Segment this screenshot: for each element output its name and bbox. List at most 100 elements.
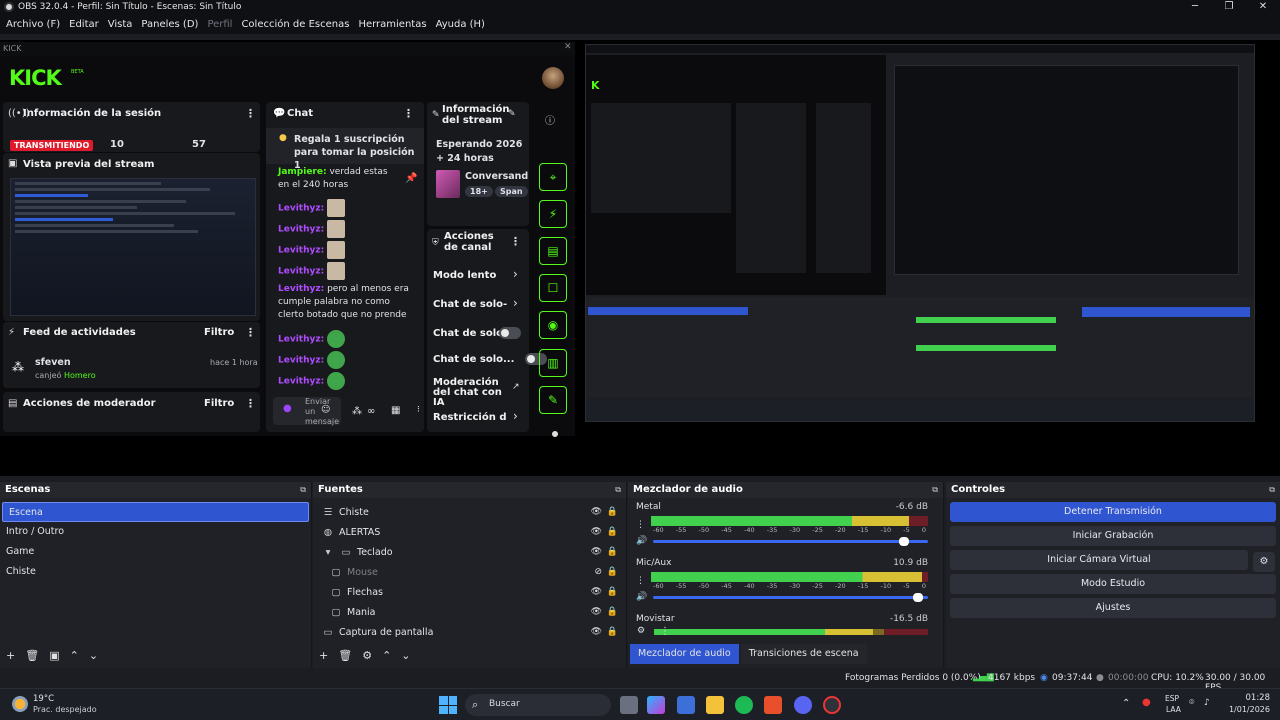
scene-item[interactable]: Game	[0, 542, 311, 562]
caret-down-icon[interactable]: ▾	[321, 547, 335, 558]
points-icon[interactable]: ⁂	[352, 406, 362, 417]
followers-only-item[interactable]: Chat de solo-seg	[433, 299, 507, 310]
menu-archivo[interactable]: Archivo (F)	[3, 19, 66, 30]
lock-icon[interactable]: 🔒	[607, 527, 618, 537]
subs-only-toggle[interactable]	[499, 327, 521, 339]
chevron-right-icon[interactable]: ›	[513, 409, 518, 423]
chevron-down-icon[interactable]: ⌄	[401, 649, 410, 662]
chevron-right-icon[interactable]: ›	[513, 296, 518, 310]
lightning-icon[interactable]: ⚡	[539, 200, 567, 228]
chevron-right-icon[interactable]: ›	[513, 267, 518, 281]
add-icon[interactable]: +	[319, 649, 328, 662]
menu-perfil[interactable]: Perfil	[204, 19, 238, 30]
chat-more-icon[interactable]: ⋮	[403, 107, 414, 120]
channel-more-icon[interactable]: ⋮	[510, 235, 521, 248]
scene-item[interactable]: Chiste	[0, 562, 311, 582]
settings-button[interactable]: Ajustes	[950, 598, 1276, 618]
task-view-icon[interactable]	[620, 696, 638, 714]
speaker-icon[interactable]: 🔊	[636, 536, 647, 546]
language-secondary[interactable]: LAA	[1166, 705, 1181, 714]
file-explorer-icon[interactable]	[706, 696, 724, 714]
studio-mode-button[interactable]: Modo Estudio	[950, 574, 1276, 594]
source-item[interactable]: ☰ Chiste 👁 🔒	[313, 502, 626, 522]
eye-icon[interactable]: 👁	[591, 547, 602, 557]
lock-icon[interactable]: 🔒	[607, 607, 618, 617]
language-primary[interactable]: ESP	[1165, 694, 1179, 703]
eye-icon[interactable]: 👁	[591, 527, 602, 537]
copilot-icon[interactable]	[647, 696, 665, 714]
brave-icon[interactable]	[764, 696, 782, 714]
stop-streaming-button[interactable]: Detener Transmisión	[950, 502, 1276, 522]
lock-icon[interactable]: 🔒	[607, 627, 618, 637]
channel-more-icon[interactable]: ⋮	[636, 576, 645, 586]
activity-filter[interactable]: Filtro	[204, 327, 234, 338]
edit-icon[interactable]: ✎	[508, 109, 516, 119]
volume-icon[interactable]: ♪	[1204, 698, 1210, 708]
lock-icon[interactable]: 🔒	[607, 507, 618, 517]
menu-paneles[interactable]: Paneles (D)	[138, 19, 204, 30]
source-group[interactable]: ▾ ▭ Teclado 👁 🔒	[313, 542, 626, 562]
popout-icon[interactable]: ⧉	[932, 482, 938, 498]
discord-icon[interactable]	[794, 696, 812, 714]
pin-icon[interactable]: 📌	[405, 173, 417, 184]
mixer-more-icon[interactable]: ⋮	[660, 626, 670, 637]
clock-date[interactable]: 1/01/2026	[1220, 705, 1270, 714]
message-icon[interactable]: ☐	[539, 274, 567, 302]
virtual-camera-gear-icon[interactable]: ⚙	[1253, 552, 1275, 572]
layout-icon[interactable]: ▥	[539, 349, 567, 377]
channel-more-icon[interactable]: ⋮	[636, 520, 645, 530]
send-icon[interactable]: ⁝	[417, 405, 420, 415]
document-icon[interactable]: ▤	[539, 237, 567, 265]
menu-herramientas[interactable]: Herramientas	[355, 19, 432, 30]
add-icon[interactable]: +	[6, 649, 15, 662]
volume-slider[interactable]	[653, 592, 928, 602]
close-icon[interactable]: ✕	[1246, 0, 1280, 14]
trash-icon[interactable]: 🗑	[338, 649, 352, 662]
mic-icon[interactable]: ●	[1142, 697, 1151, 708]
scene-item[interactable]: Intro / Outro	[0, 522, 311, 542]
lock-icon[interactable]: 🔒	[607, 547, 618, 557]
link-icon[interactable]: ∞	[367, 406, 375, 417]
eye-icon[interactable]: 👁	[591, 587, 602, 597]
dock-close-icon[interactable]: ✕	[564, 42, 572, 52]
volume-slider[interactable]	[653, 536, 928, 546]
chevron-up-icon[interactable]: ⌃	[1122, 698, 1130, 709]
clock-time[interactable]: 01:28	[1226, 693, 1271, 703]
eye-icon[interactable]: 👁	[591, 607, 602, 617]
emoji-icon[interactable]: ☺	[321, 405, 330, 415]
gear-icon[interactable]: ⚙	[362, 649, 372, 662]
wrench-icon[interactable]: ✎	[539, 386, 567, 414]
menu-vista[interactable]: Vista	[105, 19, 139, 30]
ai-moderation-item[interactable]: Moderación del chat con IA	[433, 378, 507, 408]
mixer-gear-icon[interactable]: ⚙	[637, 626, 645, 636]
obs-taskbar-icon[interactable]	[823, 696, 841, 714]
popout-icon[interactable]: ⧉	[615, 482, 621, 498]
activity-more-icon[interactable]: ⋮	[245, 326, 256, 339]
tab-scene-transitions[interactable]: Transiciones de escena	[740, 644, 867, 664]
filter-icon[interactable]: ▣	[49, 649, 59, 662]
menu-ayuda[interactable]: Ayuda (H)	[433, 19, 491, 30]
source-item[interactable]: ▢ Mania 👁 🔒	[313, 602, 626, 622]
info-icon[interactable]: ⓘ	[545, 112, 555, 127]
more-options-icon[interactable]: ⋮	[245, 107, 256, 120]
moderator-more-icon[interactable]: ⋮	[245, 397, 256, 410]
scene-item[interactable]: Escena	[2, 502, 309, 522]
popout-icon[interactable]: ⧉	[1269, 482, 1275, 498]
menu-editar[interactable]: Editar	[66, 19, 105, 30]
minimize-icon[interactable]: ─	[1178, 0, 1212, 14]
chevron-up-icon[interactable]: ⌃	[382, 649, 391, 662]
maximize-icon[interactable]: ❐	[1212, 0, 1246, 14]
source-item[interactable]: ▭ Captura de pantalla 👁 🔒	[313, 622, 626, 642]
broadcast-icon[interactable]: ◉	[539, 311, 567, 339]
external-link-icon[interactable]: ↗	[512, 382, 520, 392]
source-item[interactable]: ▢ Mouse ⊘ 🔒	[313, 562, 626, 582]
eye-icon[interactable]: 👁	[591, 627, 602, 637]
restriction-item[interactable]: Restricción de e	[433, 412, 507, 423]
tab-audio-mixer[interactable]: Mezclador de audio	[630, 644, 739, 664]
lock-icon[interactable]: 🔒	[607, 587, 618, 597]
slow-mode-item[interactable]: Modo lento	[433, 270, 496, 281]
source-item[interactable]: ◍ ALERTAS 👁 🔒	[313, 522, 626, 542]
windows-start-icon[interactable]	[439, 696, 457, 714]
moderator-filter[interactable]: Filtro	[204, 398, 234, 409]
trash-icon[interactable]: 🗑	[25, 649, 39, 662]
